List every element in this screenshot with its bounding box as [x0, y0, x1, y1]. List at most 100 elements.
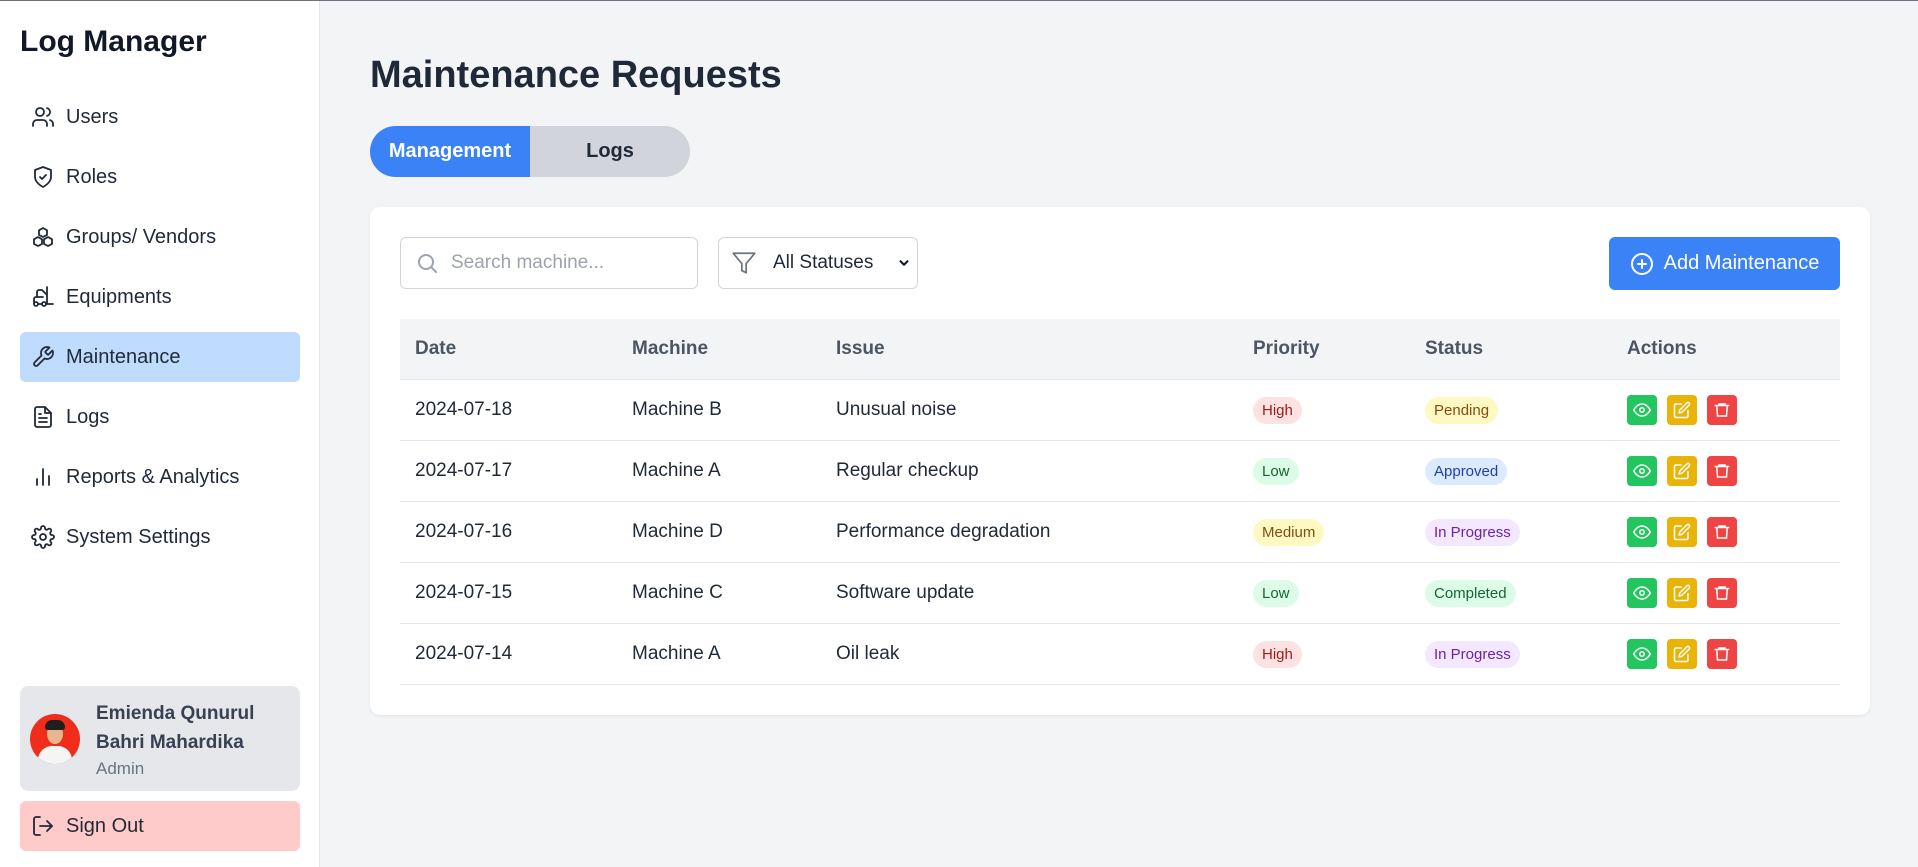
column-header-issue: Issue	[836, 338, 885, 359]
eye-icon	[1633, 586, 1651, 600]
edit-button[interactable]	[1667, 456, 1697, 486]
table-row: 2024-07-15 Machine C Software update Low…	[400, 563, 1840, 624]
eye-icon	[1633, 647, 1651, 661]
priority-badge: High	[1253, 396, 1302, 424]
table-row: 2024-07-14 Machine A Oil leak High In Pr…	[400, 624, 1840, 685]
delete-button[interactable]	[1707, 456, 1737, 486]
sidebar-item-maintenance[interactable]: Maintenance	[20, 332, 300, 382]
trash-icon	[1714, 647, 1730, 661]
chevron-down-icon	[897, 256, 911, 270]
delete-button[interactable]	[1707, 578, 1737, 608]
cell-date: 2024-07-16	[415, 521, 513, 542]
status-badge: Pending	[1425, 396, 1499, 424]
edit-button[interactable]	[1667, 578, 1697, 608]
view-button[interactable]	[1627, 456, 1657, 486]
sidebar-item-label: System Settings	[66, 525, 211, 548]
sidebar-item-reports[interactable]: Reports & Analytics	[20, 452, 300, 502]
sidebar-item-label: Users	[66, 105, 119, 128]
cell-machine: Machine A	[632, 460, 721, 481]
column-header-date: Date	[415, 338, 457, 359]
priority-badge: Low	[1253, 457, 1299, 485]
trash-icon	[1714, 525, 1730, 539]
tab-management[interactable]: Management	[370, 126, 530, 177]
view-button[interactable]	[1627, 639, 1657, 669]
table-row: 2024-07-17 Machine A Regular checkup Low…	[400, 441, 1840, 502]
priority-badge: High	[1253, 640, 1302, 668]
sidebar-item-label: Logs	[66, 405, 110, 428]
sidebar-item-groups-vendors[interactable]: Groups/ Vendors	[20, 212, 300, 262]
plus-circle-icon	[1630, 252, 1654, 276]
add-maintenance-label: Add Maintenance	[1663, 252, 1820, 274]
boxes-icon	[30, 224, 56, 250]
edit-icon	[1673, 645, 1691, 663]
table-row: 2024-07-16 Machine D Performance degrada…	[400, 502, 1840, 563]
table-header: Date Machine Issue Priority Status Actio…	[400, 319, 1840, 380]
cell-date: 2024-07-14	[415, 643, 513, 664]
eye-icon	[1633, 403, 1651, 417]
view-button[interactable]	[1627, 517, 1657, 547]
trash-icon	[1714, 586, 1730, 600]
cell-issue: Regular checkup	[836, 460, 979, 481]
page-title: Maintenance Requests	[370, 54, 782, 96]
cell-date: 2024-07-17	[415, 460, 513, 481]
status-filter-select[interactable]: All Statuses	[718, 237, 918, 289]
wrench-icon	[30, 344, 56, 370]
edit-button[interactable]	[1667, 517, 1697, 547]
status-badge: Completed	[1425, 579, 1516, 607]
status-badge: In Progress	[1425, 518, 1520, 546]
cell-date: 2024-07-18	[415, 399, 513, 420]
maintenance-table: Date Machine Issue Priority Status Actio…	[400, 319, 1840, 685]
delete-button[interactable]	[1707, 639, 1737, 669]
view-button[interactable]	[1627, 395, 1657, 425]
gear-icon	[30, 524, 56, 550]
table-row: 2024-07-18 Machine B Unusual noise High …	[400, 380, 1840, 441]
sidebar-item-equipments[interactable]: Equipments	[20, 272, 300, 322]
edit-button[interactable]	[1667, 395, 1697, 425]
bar-chart-icon	[30, 464, 56, 490]
cell-machine: Machine A	[632, 643, 721, 664]
eye-icon	[1633, 464, 1651, 478]
cell-issue: Unusual noise	[836, 399, 957, 420]
user-name: Emienda Qunurul Bahri Mahardika	[96, 702, 255, 753]
cell-machine: Machine B	[632, 399, 722, 420]
sidebar-item-roles[interactable]: Roles	[20, 152, 300, 202]
column-header-machine: Machine	[632, 338, 709, 359]
tab-logs[interactable]: Logs	[530, 126, 690, 177]
sidebar-nav: Users Roles Groups/ Vendors Equipments M…	[20, 92, 300, 572]
forklift-icon	[30, 284, 56, 310]
edit-button[interactable]	[1667, 639, 1697, 669]
view-tabs: Management Logs	[370, 126, 690, 177]
sidebar-item-system-settings[interactable]: System Settings	[20, 512, 300, 562]
add-maintenance-button[interactable]: Add Maintenance	[1609, 237, 1840, 290]
sidebar-item-label: Equipments	[66, 285, 172, 308]
cell-date: 2024-07-15	[415, 582, 513, 603]
sidebar-item-users[interactable]: Users	[20, 92, 300, 142]
search-input[interactable]	[451, 252, 681, 274]
sidebar-item-label: Groups/ Vendors	[66, 225, 217, 248]
sidebar-item-logs[interactable]: Logs	[20, 392, 300, 442]
user-card: Emienda Qunurul Bahri Mahardika Admin	[20, 686, 300, 791]
file-text-icon	[30, 404, 56, 430]
search-icon	[415, 251, 439, 275]
status-filter-value: All Statuses	[773, 252, 874, 273]
sidebar-item-label: Reports & Analytics	[66, 465, 240, 488]
cell-issue: Oil leak	[836, 643, 900, 664]
cell-machine: Machine C	[632, 582, 723, 603]
priority-badge: Medium	[1253, 518, 1325, 546]
trash-icon	[1714, 403, 1730, 417]
view-button[interactable]	[1627, 578, 1657, 608]
delete-button[interactable]	[1707, 517, 1737, 547]
avatar	[30, 713, 80, 764]
filter-icon	[731, 250, 757, 276]
users-icon	[30, 104, 56, 130]
column-header-status: Status	[1425, 338, 1484, 359]
edit-icon	[1673, 584, 1691, 602]
edit-icon	[1673, 401, 1691, 419]
log-out-icon	[30, 813, 56, 839]
sign-out-button[interactable]: Sign Out	[20, 801, 300, 851]
shield-icon	[30, 164, 56, 190]
maintenance-card: All Statuses Add Maintenance Date Machin…	[370, 207, 1870, 715]
app-title: Log Manager	[20, 25, 207, 58]
search-box[interactable]	[400, 237, 698, 289]
delete-button[interactable]	[1707, 395, 1737, 425]
